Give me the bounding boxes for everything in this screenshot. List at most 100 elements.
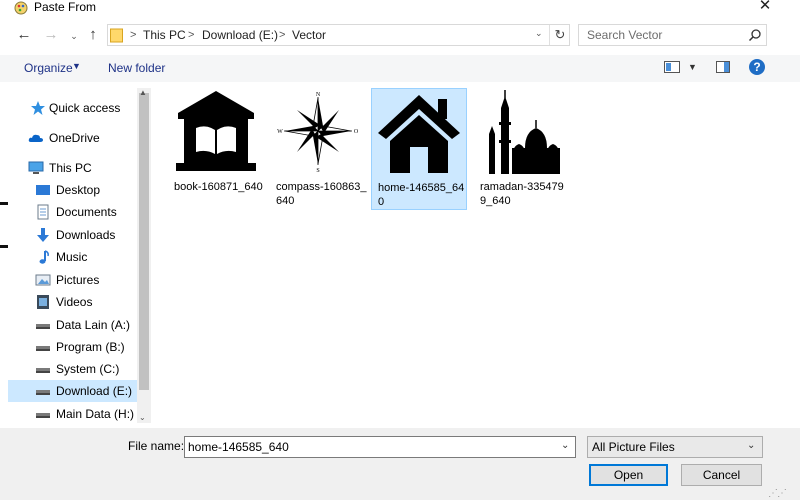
library-building-icon	[176, 91, 256, 171]
nav-label: Download (E:)	[56, 384, 133, 398]
new-folder-button[interactable]: New folder	[108, 60, 165, 76]
pictures-icon	[35, 274, 51, 286]
nav-item-documents[interactable]: Documents	[14, 201, 137, 223]
paint-app-icon	[14, 1, 28, 15]
compass-rose-icon: N S W O	[275, 88, 361, 174]
scroll-up-icon[interactable]: ▲	[139, 88, 147, 97]
music-note-icon	[39, 250, 49, 264]
star-icon	[31, 101, 45, 115]
drive-icon	[36, 413, 50, 418]
nav-item-quick-access[interactable]: Quick access	[14, 97, 137, 119]
window-title: Paste From	[34, 0, 97, 14]
help-icon[interactable]: ?	[749, 59, 765, 75]
refresh-icon[interactable]: ↻	[549, 25, 570, 45]
file-name-label: 0	[378, 196, 385, 208]
cloud-icon	[28, 134, 43, 142]
download-arrow-icon	[37, 228, 49, 242]
nav-item-data-lain[interactable]: Data Lain (A:)	[14, 314, 137, 336]
nav-label: Data Lain (A:)	[56, 318, 131, 332]
drive-icon	[36, 368, 50, 373]
recent-chevron-icon[interactable]: ⌄	[65, 27, 83, 45]
compass-n-label: N	[316, 92, 321, 98]
nav-item-main-data[interactable]: Main Data (H:)	[14, 403, 137, 425]
drive-icon	[36, 346, 50, 351]
nav-label: OneDrive	[49, 131, 100, 145]
file-item-ramadan[interactable]: ramadan-335479 9_640	[474, 88, 570, 210]
file-name-label: 9_640	[480, 195, 511, 207]
nav-item-downloads[interactable]: Downloads	[14, 224, 137, 246]
nav-item-pictures[interactable]: Pictures	[14, 269, 137, 291]
folder-icon	[110, 28, 123, 43]
file-item-home[interactable]: home-146585_64 0	[371, 88, 467, 210]
file-name-label: 640	[276, 195, 295, 207]
forward-arrow-icon[interactable]: →	[42, 26, 60, 44]
file-name-value: home-146585_640	[188, 440, 289, 454]
breadcrumb-vector[interactable]: Vector	[292, 27, 326, 43]
nav-item-program[interactable]: Program (B:)	[14, 336, 137, 358]
nav-scrollbar-thumb[interactable]	[139, 93, 149, 390]
file-type-value: All Picture Files	[592, 440, 675, 454]
nav-item-system[interactable]: System (C:)	[14, 358, 137, 380]
file-name-label: book-160871_640	[174, 181, 263, 193]
back-arrow-icon[interactable]: ←	[15, 26, 33, 44]
house-icon	[378, 95, 460, 173]
nav-label: System (C:)	[56, 362, 120, 376]
background-edge	[0, 245, 8, 248]
nav-label: Downloads	[56, 228, 116, 242]
chevron-down-icon[interactable]: ⌄	[561, 440, 569, 451]
file-name-label: ramadan-335479	[480, 181, 564, 193]
monitor-icon	[28, 161, 44, 174]
file-item-book[interactable]: book-160871_640	[168, 88, 264, 210]
nav-item-onedrive[interactable]: OneDrive	[14, 127, 137, 149]
background-edge	[0, 202, 8, 205]
documents-icon	[37, 204, 49, 220]
resize-grip-icon[interactable]: ⋰⋰	[768, 488, 787, 499]
mosque-icon	[479, 88, 565, 174]
nav-label: Pictures	[56, 273, 100, 287]
preview-pane-icon[interactable]	[716, 61, 730, 73]
scroll-down-icon[interactable]: ⌄	[139, 413, 146, 422]
breadcrumb-separator: >	[130, 29, 137, 41]
breadcrumb-separator: >	[279, 29, 286, 41]
nav-item-videos[interactable]: Videos	[14, 291, 137, 313]
view-options-icon[interactable]	[664, 61, 680, 73]
breadcrumb-separator: >	[188, 29, 195, 41]
address-dropdown-icon[interactable]: ⌄	[535, 28, 543, 39]
compass-s-label: S	[316, 168, 319, 174]
close-icon[interactable]: ✕	[756, 0, 774, 16]
file-item-compass[interactable]: N S W O compass-160863_ 640	[270, 88, 367, 210]
drive-icon	[36, 324, 50, 329]
nav-label: Videos	[56, 295, 93, 309]
title-bar	[0, 0, 800, 18]
nav-item-download-e[interactable]: Download (E:)	[8, 380, 137, 402]
nav-item-this-pc[interactable]: This PC	[14, 157, 137, 179]
breadcrumb-this-pc[interactable]: This PC	[143, 27, 186, 43]
search-icon[interactable]	[748, 28, 762, 42]
cancel-button[interactable]: Cancel	[681, 464, 762, 486]
open-button[interactable]: Open	[589, 464, 668, 486]
nav-label: Quick access	[49, 101, 121, 115]
nav-label: Music	[56, 250, 88, 264]
organize-button[interactable]: Organize	[24, 60, 73, 76]
nav-item-music[interactable]: Music	[14, 246, 137, 268]
desktop-icon	[36, 185, 50, 195]
file-name-label: File name:	[128, 439, 185, 453]
drive-icon	[36, 390, 50, 395]
nav-label: Documents	[56, 205, 117, 219]
search-placeholder: Search Vector	[587, 28, 663, 42]
file-name-label: home-146585_64	[378, 182, 465, 194]
compass-w-label: W	[277, 129, 283, 135]
videos-icon	[37, 295, 49, 309]
breadcrumb-download-e[interactable]: Download (E:)	[202, 27, 278, 43]
chevron-down-icon[interactable]: ⌄	[747, 440, 755, 451]
compass-e-label: O	[354, 129, 359, 135]
file-name-label: compass-160863_	[276, 181, 367, 193]
nav-label: This PC	[49, 161, 92, 175]
nav-item-desktop[interactable]: Desktop	[14, 179, 137, 201]
chevron-down-icon[interactable]: ▼	[72, 61, 81, 71]
chevron-down-icon[interactable]: ▼	[688, 62, 697, 72]
nav-label: Desktop	[56, 183, 101, 197]
nav-label: Main Data (H:)	[56, 407, 135, 421]
nav-label: Program (B:)	[56, 340, 125, 354]
up-arrow-icon[interactable]: ↑	[84, 26, 102, 44]
